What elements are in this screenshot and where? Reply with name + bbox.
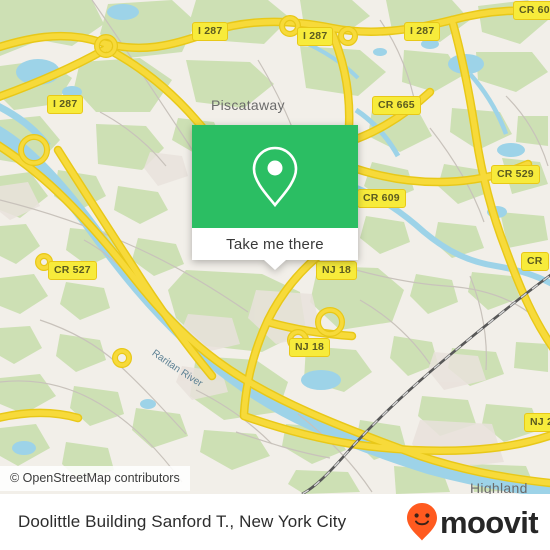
road-shield-cr665[interactable]: CR 665	[372, 96, 421, 115]
road-shield-cr603[interactable]: CR 603	[513, 1, 550, 20]
location-title: Doolittle Building Sanford T., New York …	[18, 512, 347, 531]
road-shield-i287-c[interactable]: I 287	[404, 22, 441, 41]
map-screenshot: Raritan River Piscataway Highland I 287 …	[0, 0, 550, 550]
place-label-highland: Highland	[470, 480, 528, 494]
popup-tail-pointer	[264, 260, 286, 270]
road-shield-i287-a[interactable]: I 287	[192, 22, 229, 41]
moovit-smiley-pin-icon	[406, 503, 437, 541]
road-shield-i287-d[interactable]: I 287	[47, 95, 84, 114]
road-shield-cr-partial[interactable]: CR	[521, 252, 549, 271]
moovit-wordmark: moovit	[439, 504, 539, 540]
map-pin-icon	[252, 146, 298, 207]
place-label-piscataway: Piscataway	[211, 97, 285, 113]
location-popup-card[interactable]: Take me there	[192, 125, 358, 270]
road-shield-cr529[interactable]: CR 529	[491, 165, 540, 184]
road-shield-nj18-a[interactable]: NJ 18	[316, 261, 358, 280]
take-me-there-button[interactable]: Take me there	[192, 228, 358, 260]
popup-header	[192, 125, 358, 228]
moovit-logo[interactable]: moovit	[405, 502, 539, 542]
road-shield-nj18-b[interactable]: NJ 18	[289, 338, 331, 357]
map-canvas[interactable]: Raritan River Piscataway Highland I 287 …	[0, 0, 550, 494]
road-shield-cr609[interactable]: CR 609	[357, 189, 406, 208]
bottom-bar: Doolittle Building Sanford T., New York …	[0, 494, 550, 550]
osm-attribution[interactable]: © OpenStreetMap contributors	[0, 466, 190, 491]
road-shield-cr527[interactable]: CR 527	[48, 261, 97, 280]
road-shield-i287-b[interactable]: I 287	[297, 27, 334, 46]
road-shield-nj2-partial[interactable]: NJ 2	[524, 413, 550, 432]
